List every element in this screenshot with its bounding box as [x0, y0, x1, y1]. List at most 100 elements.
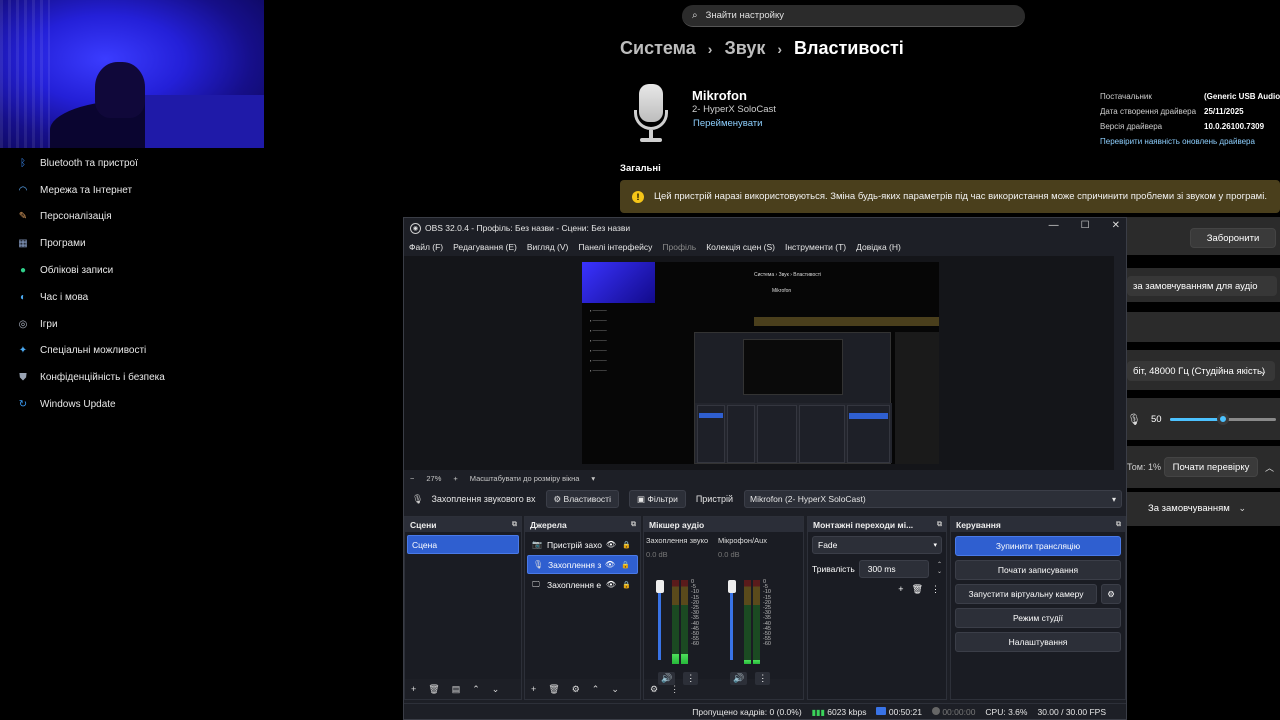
lock-icon[interactable]: 🔒	[621, 561, 630, 569]
stop-streaming-button[interactable]: Зупинити трансляцію	[955, 536, 1121, 556]
undock-icon[interactable]: ⧉	[631, 521, 636, 529]
format-dropdown[interactable]: біт, 48000 Гц (Студійна якість) ⌄	[1127, 361, 1275, 381]
undock-icon[interactable]: ⧉	[1116, 521, 1121, 529]
sidebar-item[interactable]: ◐ Час і мова	[0, 284, 300, 311]
filters-button[interactable]: ▣ Фільтри	[628, 490, 686, 508]
level-fill	[672, 653, 679, 664]
gear-icon[interactable]: ⚙	[572, 684, 580, 695]
scenes-header: Сцени ⧉	[405, 517, 521, 532]
duration-input[interactable]: 300 ms	[858, 560, 929, 578]
chevron-up-icon[interactable]: ︿	[1265, 461, 1274, 474]
move-up-icon[interactable]: ⌃	[472, 684, 480, 695]
eye-icon[interactable]: 👁	[606, 540, 616, 549]
shield-icon: ⛊	[19, 372, 27, 384]
duration-stepper-icon[interactable]: ⌃ ⌄	[937, 562, 942, 576]
fader-thumb[interactable]	[728, 580, 736, 593]
zoom-in-button[interactable]: +	[453, 474, 457, 483]
more-icon[interactable]: ⋮	[670, 684, 679, 695]
move-down-icon[interactable]: ⌄	[611, 684, 619, 695]
volume-slider-thumb[interactable]	[1217, 413, 1229, 425]
menu-item[interactable]: Інструменти (T)	[785, 242, 846, 252]
chevron-down-icon[interactable]: ▾	[591, 474, 595, 483]
default-value: За замовчуванням	[1148, 502, 1230, 514]
menu-item[interactable]: Файл (F)	[409, 242, 443, 252]
preview-dock	[727, 405, 755, 463]
cpu-usage: CPU: 3.6%	[985, 706, 1028, 717]
menu-item[interactable]: Вигляд (V)	[527, 242, 569, 252]
menu-item[interactable]: Панелі інтерфейсу	[578, 242, 652, 252]
add-icon[interactable]: +	[898, 584, 903, 595]
breadcrumb-sound[interactable]: Звук	[724, 38, 765, 59]
rename-link[interactable]: Перейменувати	[693, 118, 762, 129]
device-select[interactable]: Mikrofon (2- HyperX SoloCast) ▾	[744, 490, 1122, 508]
sidebar-item-label: Програми	[40, 238, 86, 250]
preview-inner-canvas	[743, 339, 843, 395]
properties-button[interactable]: ⚙ Властивості	[545, 490, 619, 508]
deny-button[interactable]: Заборонити	[1190, 228, 1276, 248]
volume-slider[interactable]	[1170, 413, 1276, 425]
monitor-icon: 🖵	[532, 579, 540, 589]
source-item[interactable]: 🎙 Захоплення з 👁 🔒	[527, 555, 638, 574]
menu-item[interactable]: Довідка (H)	[856, 242, 901, 252]
mixer-dock: Мікшер аудіо Захоплення звуко 0.0 dB 0 -5 -1…	[643, 516, 804, 700]
trash-icon[interactable]: 🗑	[912, 584, 923, 595]
menu-item[interactable]: Редагування (E)	[453, 242, 517, 252]
minimize-icon[interactable]: —	[1049, 220, 1059, 231]
sidebar-item-label: Облікові записи	[40, 265, 114, 277]
transition-select[interactable]: Fade ▾	[812, 536, 942, 554]
sidebar-item[interactable]: ◠ Мережа та Інтернет	[0, 177, 300, 204]
driver-update-link[interactable]: Перевірити наявність оновлень драйвера	[1100, 134, 1280, 149]
source-item[interactable]: 📷 Пристрій захо 👁 🔒	[527, 535, 638, 554]
sidebar-item[interactable]: ✦ Спеціальні можливості	[0, 338, 300, 365]
virtual-camera-button[interactable]: Запустити віртуальну камеру	[955, 584, 1097, 604]
add-icon[interactable]: +	[531, 684, 536, 694]
settings-button[interactable]: Налаштування	[955, 632, 1121, 652]
source-item[interactable]: 🖵 Захоплення е 👁 🔒	[527, 575, 638, 594]
webcam-overlay	[0, 0, 264, 148]
trash-icon[interactable]: 🗑	[428, 684, 439, 695]
menu-item[interactable]: Колекція сцен (S)	[706, 242, 775, 252]
sidebar-item[interactable]: ᛒ Bluetooth та пристрої	[0, 150, 300, 177]
sidebar-item[interactable]: ↻ Windows Update	[0, 391, 300, 418]
search-input[interactable]: ⌕ Знайти настройку	[682, 5, 1025, 27]
studio-mode-button[interactable]: Режим студії	[955, 608, 1121, 628]
start-recording-button[interactable]: Почати записування	[955, 560, 1121, 580]
sources-dock: Джерела ⧉ 📷 Пристрій захо 👁 🔒 🎙 Захоплення з 👁…	[524, 516, 641, 700]
undock-icon[interactable]: ⧉	[937, 521, 942, 529]
menu-item[interactable]: Профіль	[662, 242, 696, 252]
lock-icon[interactable]: 🔒	[622, 581, 631, 589]
move-down-icon[interactable]: ⌄	[492, 684, 500, 695]
zoom-fit-label[interactable]: Масштабувати до розміру вікна	[470, 474, 580, 483]
account-icon: ●	[19, 265, 27, 277]
trash-icon[interactable]: 🗑	[548, 684, 559, 695]
fader-thumb[interactable]	[656, 580, 664, 593]
move-up-icon[interactable]: ⌃	[592, 684, 600, 695]
sidebar-item[interactable]: ▦ Програми	[0, 230, 300, 257]
zoom-out-button[interactable]: −	[410, 474, 414, 483]
default-format-dropdown[interactable]: за замовчуванням для аудіо	[1127, 276, 1277, 296]
sidebar-item[interactable]: ◎ Ігри	[0, 311, 300, 338]
controls-header: Керування ⧉	[951, 517, 1125, 532]
mixer-header: Мікшер аудіо	[644, 517, 803, 532]
preview-canvas[interactable]: Система › Звук › Властивості Mikrofon ▪ …	[582, 262, 939, 464]
gear-icon[interactable]: ⚙	[1101, 584, 1121, 604]
maximize-icon[interactable]: ☐	[1081, 220, 1090, 231]
default-dropdown[interactable]: За замовчуванням ⌄	[1142, 498, 1254, 518]
undock-icon[interactable]: ⧉	[512, 521, 517, 529]
filter-icon[interactable]: ▤	[452, 684, 461, 695]
scene-item[interactable]: Сцена	[407, 535, 519, 554]
sidebar-item[interactable]: ⛊ Конфіденційність і безпека	[0, 364, 300, 391]
sidebar-item[interactable]: ✎ Персоналізація	[0, 204, 300, 231]
lock-icon[interactable]: 🔒	[622, 541, 631, 549]
start-test-button[interactable]: Почати перевірку	[1164, 457, 1258, 477]
breadcrumb-system[interactable]: Система	[620, 38, 696, 59]
preview-webcam	[582, 262, 655, 303]
close-icon[interactable]: ✕	[1112, 220, 1120, 231]
eye-icon[interactable]: 👁	[606, 580, 616, 589]
eye-icon[interactable]: 👁	[605, 560, 615, 569]
sidebar-item[interactable]: ● Облікові записи	[0, 257, 300, 284]
more-icon[interactable]: ⋮	[931, 584, 940, 595]
add-icon[interactable]: +	[411, 684, 416, 694]
brush-icon: ✎	[18, 211, 28, 223]
advanced-audio-icon[interactable]: ⚙	[650, 684, 658, 695]
